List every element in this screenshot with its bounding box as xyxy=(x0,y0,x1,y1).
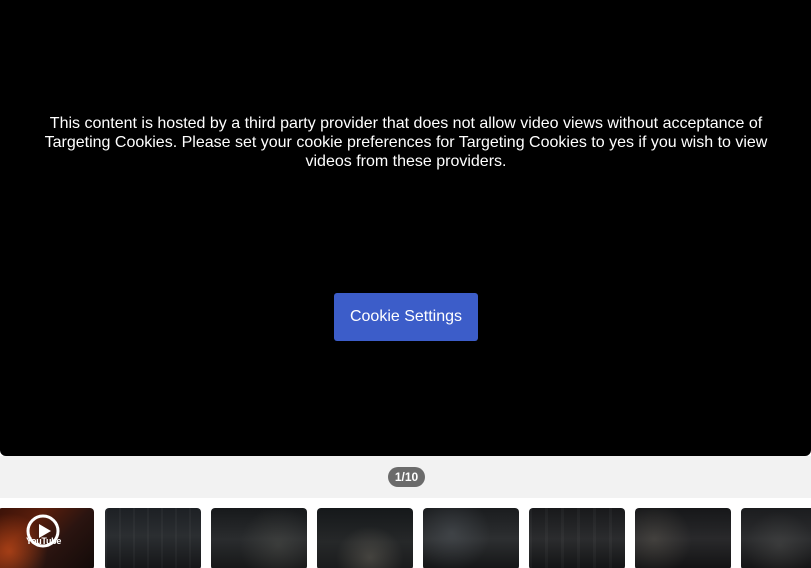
thumbnail-video[interactable]: YouTube xyxy=(0,508,94,568)
video-player: This content is hosted by a third party … xyxy=(0,0,811,456)
cookie-settings-button[interactable]: Cookie Settings xyxy=(334,293,478,341)
cookie-notice-text: This content is hosted by a third party … xyxy=(44,115,768,170)
youtube-logo-text: YouTube xyxy=(26,536,62,546)
thumbnail-image[interactable] xyxy=(317,508,413,568)
thumbnail-image[interactable] xyxy=(529,508,625,568)
slide-counter: 1/10 xyxy=(388,467,425,487)
thumbnail-image[interactable] xyxy=(105,508,201,568)
thumbnail-image[interactable] xyxy=(741,508,811,568)
thumbnail-image[interactable] xyxy=(423,508,519,568)
gallery-counter-bar: 1/10 xyxy=(0,456,811,498)
thumbnail-image[interactable] xyxy=(211,508,307,568)
thumbnail-image[interactable] xyxy=(635,508,731,568)
thumbnail-strip[interactable]: YouTube xyxy=(0,498,811,568)
